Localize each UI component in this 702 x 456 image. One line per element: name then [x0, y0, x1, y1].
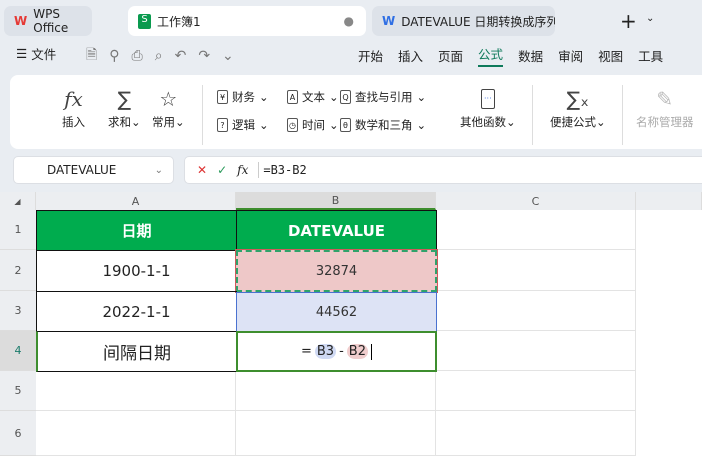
reference-b3: B3	[314, 344, 337, 359]
fx-icon: fx	[64, 87, 83, 111]
menu-tab-insert[interactable]: 插入	[398, 46, 423, 65]
cell-b2[interactable]: 32874	[235, 249, 438, 293]
time-button[interactable]: ◷ 时间 ⌄	[287, 117, 339, 133]
cell-c4[interactable]	[436, 331, 636, 371]
name-box[interactable]: DATEVALUE ⌄	[13, 156, 174, 184]
finance-icon: ¥	[217, 90, 228, 104]
chevron-down-icon[interactable]: ⌄	[155, 165, 163, 176]
sigma-icon: ∑	[117, 87, 132, 111]
menu-tab-formula[interactable]: 公式	[478, 44, 504, 67]
print-preview-icon[interactable]: ⌕	[155, 48, 163, 64]
tab-workbook[interactable]: S 工作簿1 ●	[128, 6, 366, 36]
wps-logo-icon: W	[14, 14, 28, 28]
cell-b5[interactable]	[236, 371, 436, 411]
more-chevron-icon[interactable]: ⌄	[222, 48, 234, 64]
tab-datevalue-doc[interactable]: WDATEVALUE 日期转换成序列号-WPS	[372, 6, 555, 36]
logic-icon: ?	[217, 118, 228, 132]
redo-icon[interactable]: ↷	[198, 48, 210, 64]
format-painter-icon[interactable]: ⚲	[109, 48, 119, 64]
fx-icon[interactable]: fx	[237, 163, 248, 177]
cell-c1[interactable]	[436, 210, 636, 250]
menu-tab-tools[interactable]: 工具	[638, 46, 663, 65]
menu-tab-page[interactable]: 页面	[438, 46, 463, 65]
menu-tab-view[interactable]: 视图	[598, 46, 623, 65]
column-header-a[interactable]: A	[36, 192, 236, 210]
menu-icon: ☰	[16, 46, 32, 61]
quick-formula-icon: ∑ₓ	[566, 87, 589, 111]
cell-a2[interactable]: 1900-1-1	[36, 250, 237, 292]
cell-c3[interactable]	[436, 291, 636, 331]
text-button[interactable]: A 文本 ⌄	[287, 89, 339, 105]
cancel-icon[interactable]: ✕	[197, 163, 207, 177]
cell-c6[interactable]	[436, 411, 636, 456]
confirm-icon[interactable]: ✓	[217, 163, 227, 177]
cell-b1[interactable]: DATEVALUE	[236, 210, 437, 251]
name-manager-button[interactable]: ✎ 名称管理器	[636, 84, 694, 130]
text-icon: A	[287, 90, 298, 104]
file-menu[interactable]: ☰ 文件	[16, 44, 56, 63]
spreadsheet-grid: ◢ A B C 1 2 3 4 5 6 日期 DATEVALUE 1900-1-…	[0, 192, 702, 456]
formula-input[interactable]: =B3-B2	[263, 163, 306, 177]
cell-a3[interactable]: 2022-1-1	[36, 291, 237, 332]
finance-button[interactable]: ¥ 财务 ⌄	[217, 89, 269, 105]
reference-b2: B2	[346, 344, 368, 359]
row-header-1[interactable]: 1	[0, 210, 36, 250]
row-header-3[interactable]: 3	[0, 291, 36, 331]
star-icon: ☆	[159, 87, 178, 111]
row-header-2[interactable]: 2	[0, 250, 36, 291]
math-icon: θ	[340, 118, 351, 132]
undo-icon[interactable]: ↶	[175, 48, 187, 64]
insert-function-button[interactable]: fx 插入	[62, 84, 85, 130]
cell-c2[interactable]	[436, 250, 636, 291]
wps-writer-icon: W	[382, 14, 396, 28]
math-button[interactable]: θ 数学和三角 ⌄	[340, 117, 426, 133]
cell-c5[interactable]	[436, 371, 636, 411]
cell-b3[interactable]: 44562	[236, 292, 437, 332]
save-icon[interactable]: 🗎	[86, 44, 97, 68]
name-manager-icon: ✎	[656, 87, 674, 111]
other-functions-icon: ···	[480, 84, 495, 114]
text-cursor	[371, 343, 372, 360]
menu-tab-home[interactable]: 开始	[358, 46, 383, 65]
new-tab-button[interactable]: +	[620, 9, 637, 33]
column-header-b[interactable]: B	[236, 192, 436, 210]
sheet-icon: S	[138, 13, 151, 29]
cell-a4[interactable]: 间隔日期	[36, 331, 237, 372]
column-header-c[interactable]: C	[436, 192, 636, 210]
menu-tab-data[interactable]: 数据	[518, 46, 543, 65]
sum-button[interactable]: ∑ 求和⌄	[108, 84, 141, 130]
formula-bar: ✕ ✓ fx =B3-B2	[184, 156, 702, 184]
lookup-icon: Q	[340, 90, 351, 104]
row-header-5[interactable]: 5	[0, 371, 36, 411]
print-icon[interactable]: ⎙	[132, 48, 143, 64]
cell-b6[interactable]	[236, 411, 436, 456]
lookup-button[interactable]: Q 查找与引用 ⌄	[340, 89, 426, 105]
select-all-button[interactable]: ◢	[0, 192, 36, 210]
logic-button[interactable]: ? 逻辑 ⌄	[217, 117, 269, 133]
cell-a6[interactable]	[36, 411, 236, 456]
cell-b4-editing[interactable]: = B3 - B2	[236, 331, 437, 372]
cell-a1[interactable]: 日期	[36, 210, 237, 251]
clock-icon: ◷	[287, 118, 298, 132]
row-header-4[interactable]: 4	[0, 331, 36, 371]
cell-a5[interactable]	[36, 371, 236, 411]
menu-tab-review[interactable]: 审阅	[558, 46, 583, 65]
quick-formula-button[interactable]: ∑ₓ 便捷公式⌄	[550, 84, 606, 130]
tab-wps-office[interactable]: W WPS Office	[4, 6, 92, 36]
tab-list-chevron-icon[interactable]: ⌄	[646, 13, 654, 24]
row-header-6[interactable]: 6	[0, 411, 36, 456]
other-functions-button[interactable]: ··· 其他函数⌄	[460, 84, 516, 130]
unsaved-dot-icon: ●	[343, 14, 354, 28]
common-button[interactable]: ☆ 常用⌄	[152, 84, 185, 130]
